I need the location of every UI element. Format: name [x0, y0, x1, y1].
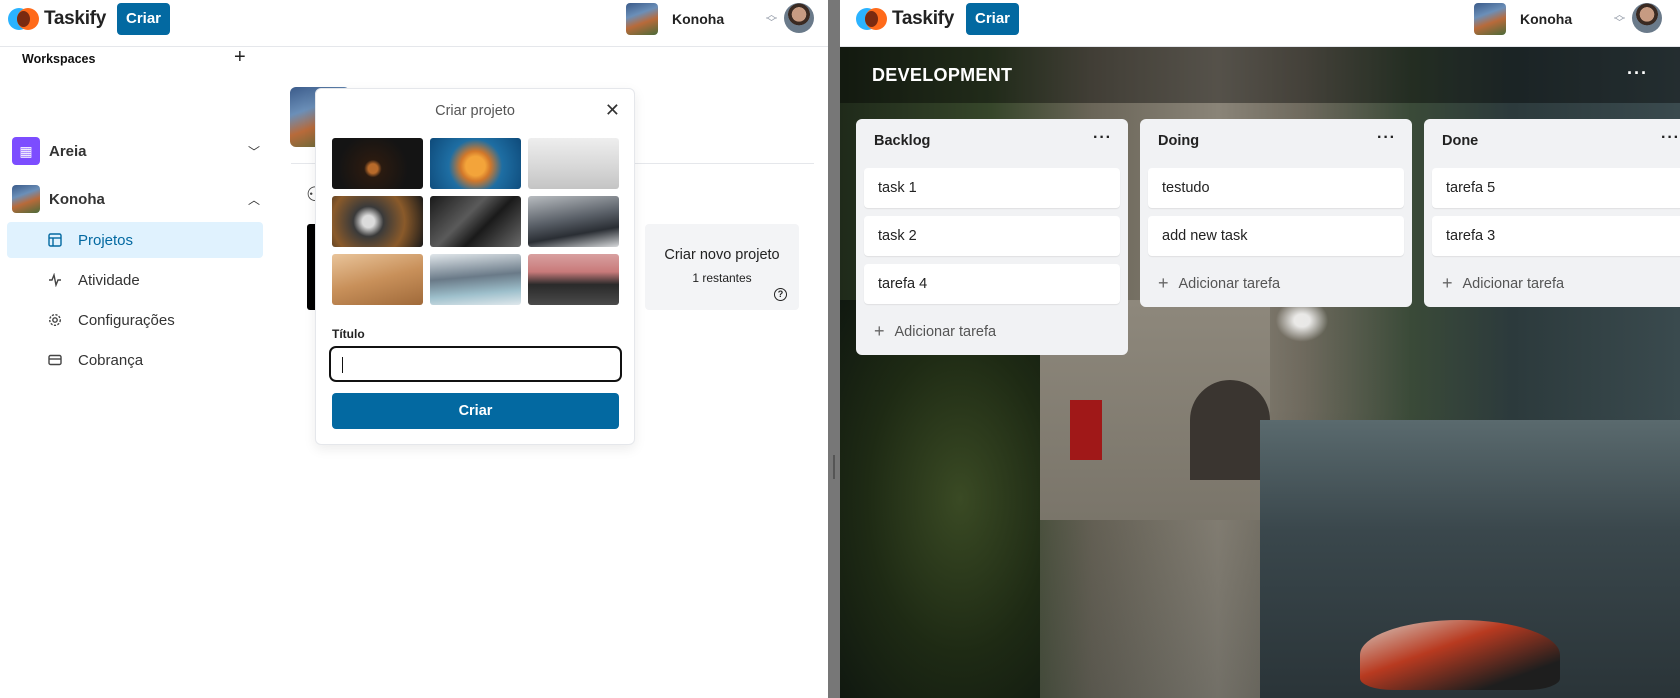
add-task-button[interactable]: + Adicionar tarefa: [1442, 273, 1564, 294]
logo-icon: [8, 8, 39, 30]
logo[interactable]: Taskify: [8, 6, 106, 32]
plus-icon: +: [1158, 273, 1169, 293]
board-header: DEVELOPMENT ···: [840, 47, 1680, 103]
org-thumbnail: [626, 3, 658, 35]
splitter-grip[interactable]: [833, 455, 835, 479]
plus-icon: +: [1442, 273, 1453, 293]
board-title[interactable]: DEVELOPMENT: [872, 65, 1012, 86]
logo-text: Taskify: [892, 8, 954, 29]
chevron-updown-icon: ︿ ﹀: [1614, 9, 1625, 29]
board-background-image: [1360, 620, 1560, 690]
add-task-button[interactable]: + Adicionar tarefa: [1158, 273, 1280, 294]
remaining-count: 1 restantes: [692, 271, 752, 285]
logo[interactable]: Taskify: [856, 6, 954, 32]
background-option[interactable]: [528, 138, 619, 189]
background-option[interactable]: [430, 254, 521, 305]
task-card[interactable]: add new task: [1148, 216, 1404, 256]
user-avatar[interactable]: [784, 3, 814, 33]
create-button[interactable]: Criar: [117, 3, 171, 35]
nav-label: Atividade: [78, 271, 140, 289]
task-card[interactable]: tarefa 3: [1432, 216, 1680, 256]
list-doing: Doing ··· testudo add new task + Adicion…: [1140, 119, 1412, 307]
workspace-item-areia[interactable]: ▦ Areia ﹀: [12, 133, 262, 169]
logo-text: Taskify: [44, 8, 106, 29]
background-option[interactable]: [332, 196, 423, 247]
board-background-image: [840, 300, 1040, 698]
org-switcher[interactable]: Konoha ︿ ﹀: [626, 3, 777, 35]
nav-label: Cobrança: [78, 351, 144, 369]
board-background-image: [1070, 400, 1102, 460]
new-project-title: Criar novo projeto: [664, 247, 780, 263]
background-option[interactable]: [528, 254, 619, 305]
add-task-label: Adicionar tarefa: [1178, 275, 1281, 292]
background-option[interactable]: [430, 196, 521, 247]
workspace-item-konoha[interactable]: Konoha ︿: [12, 181, 262, 217]
org-switcher[interactable]: Konoha ︿ ﹀: [1474, 3, 1625, 35]
left-window: Taskify Criar Konoha ︿ ﹀ Workspaces + ▦ A…: [0, 0, 828, 698]
add-workspace-plus-icon[interactable]: +: [234, 46, 246, 69]
create-project-popover: Criar projeto ✕ Título Criar: [315, 88, 635, 445]
title-field-label: Título: [332, 327, 365, 341]
credit-card-icon: [47, 352, 63, 368]
submit-create-button[interactable]: Criar: [332, 393, 619, 429]
task-card[interactable]: tarefa 4: [864, 264, 1120, 304]
create-button[interactable]: Criar: [966, 3, 1020, 35]
list-title[interactable]: Done: [1442, 133, 1478, 149]
text-caret: [342, 357, 343, 373]
add-task-label: Adicionar tarefa: [1462, 275, 1565, 292]
list-done: Done ··· tarefa 5 tarefa 3 + Adicionar t…: [1424, 119, 1680, 307]
org-name: Konoha: [672, 11, 725, 27]
right-window: Taskify Criar Konoha ︿ ﹀ DEVELOPMENT ··· …: [840, 0, 1680, 698]
plus-icon: +: [874, 321, 885, 341]
window-splitter[interactable]: [828, 0, 840, 698]
org-name: Konoha: [1520, 11, 1573, 27]
top-navbar: Taskify Criar Konoha ︿ ﹀: [0, 0, 828, 47]
chevron-down-icon: ﹀: [247, 144, 260, 159]
list-title[interactable]: Doing: [1158, 133, 1199, 149]
konoha-thumbnail: [12, 185, 40, 213]
board-background-image: [1190, 380, 1270, 480]
chevron-up-icon: ︿: [247, 192, 260, 207]
add-task-label: Adicionar tarefa: [894, 323, 997, 340]
help-icon[interactable]: ?: [774, 288, 787, 301]
list-backlog: Backlog ··· task 1 task 2 tarefa 4 + Adi…: [856, 119, 1128, 355]
building-icon: ▦: [12, 137, 40, 165]
task-card[interactable]: testudo: [1148, 168, 1404, 208]
title-input[interactable]: [329, 346, 622, 382]
nav-label: Projetos: [78, 231, 134, 249]
top-navbar: Taskify Criar Konoha ︿ ﹀: [840, 0, 1680, 47]
task-card[interactable]: task 2: [864, 216, 1120, 256]
task-card[interactable]: tarefa 5: [1432, 168, 1680, 208]
nav-label: Configurações: [78, 311, 175, 329]
activity-icon: [47, 272, 63, 288]
background-image-picker: [332, 138, 619, 305]
background-option[interactable]: [528, 196, 619, 247]
background-option[interactable]: [332, 138, 423, 189]
background-option[interactable]: [332, 254, 423, 305]
nav-item-atividade[interactable]: Atividade: [7, 262, 263, 298]
popover-title: Criar projeto: [435, 103, 515, 119]
workspaces-heading: Workspaces: [22, 52, 96, 66]
settings-icon: [47, 312, 63, 328]
task-card[interactable]: task 1: [864, 168, 1120, 208]
org-thumbnail: [1474, 3, 1506, 35]
board-options-icon[interactable]: ···: [1627, 63, 1648, 84]
list-options-icon[interactable]: ···: [1377, 129, 1396, 147]
nav-item-projetos[interactable]: Projetos: [7, 222, 263, 258]
background-option[interactable]: [430, 138, 521, 189]
list-options-icon[interactable]: ···: [1093, 129, 1112, 147]
add-task-button[interactable]: + Adicionar tarefa: [874, 321, 996, 342]
close-icon[interactable]: ✕: [605, 100, 620, 121]
workspace-label: Areia: [49, 142, 87, 160]
nav-item-configuracoes[interactable]: Configurações: [7, 302, 263, 338]
chevron-updown-icon: ︿ ﹀: [766, 9, 777, 29]
workspace-label: Konoha: [49, 190, 105, 208]
create-new-project-card[interactable]: Criar novo projeto 1 restantes ?: [645, 224, 799, 310]
list-title[interactable]: Backlog: [874, 133, 930, 149]
user-avatar[interactable]: [1632, 3, 1662, 33]
nav-item-cobranca[interactable]: Cobrança: [7, 342, 263, 378]
layout-icon: [47, 232, 63, 248]
list-options-icon[interactable]: ···: [1661, 129, 1680, 147]
logo-icon: [856, 8, 887, 30]
